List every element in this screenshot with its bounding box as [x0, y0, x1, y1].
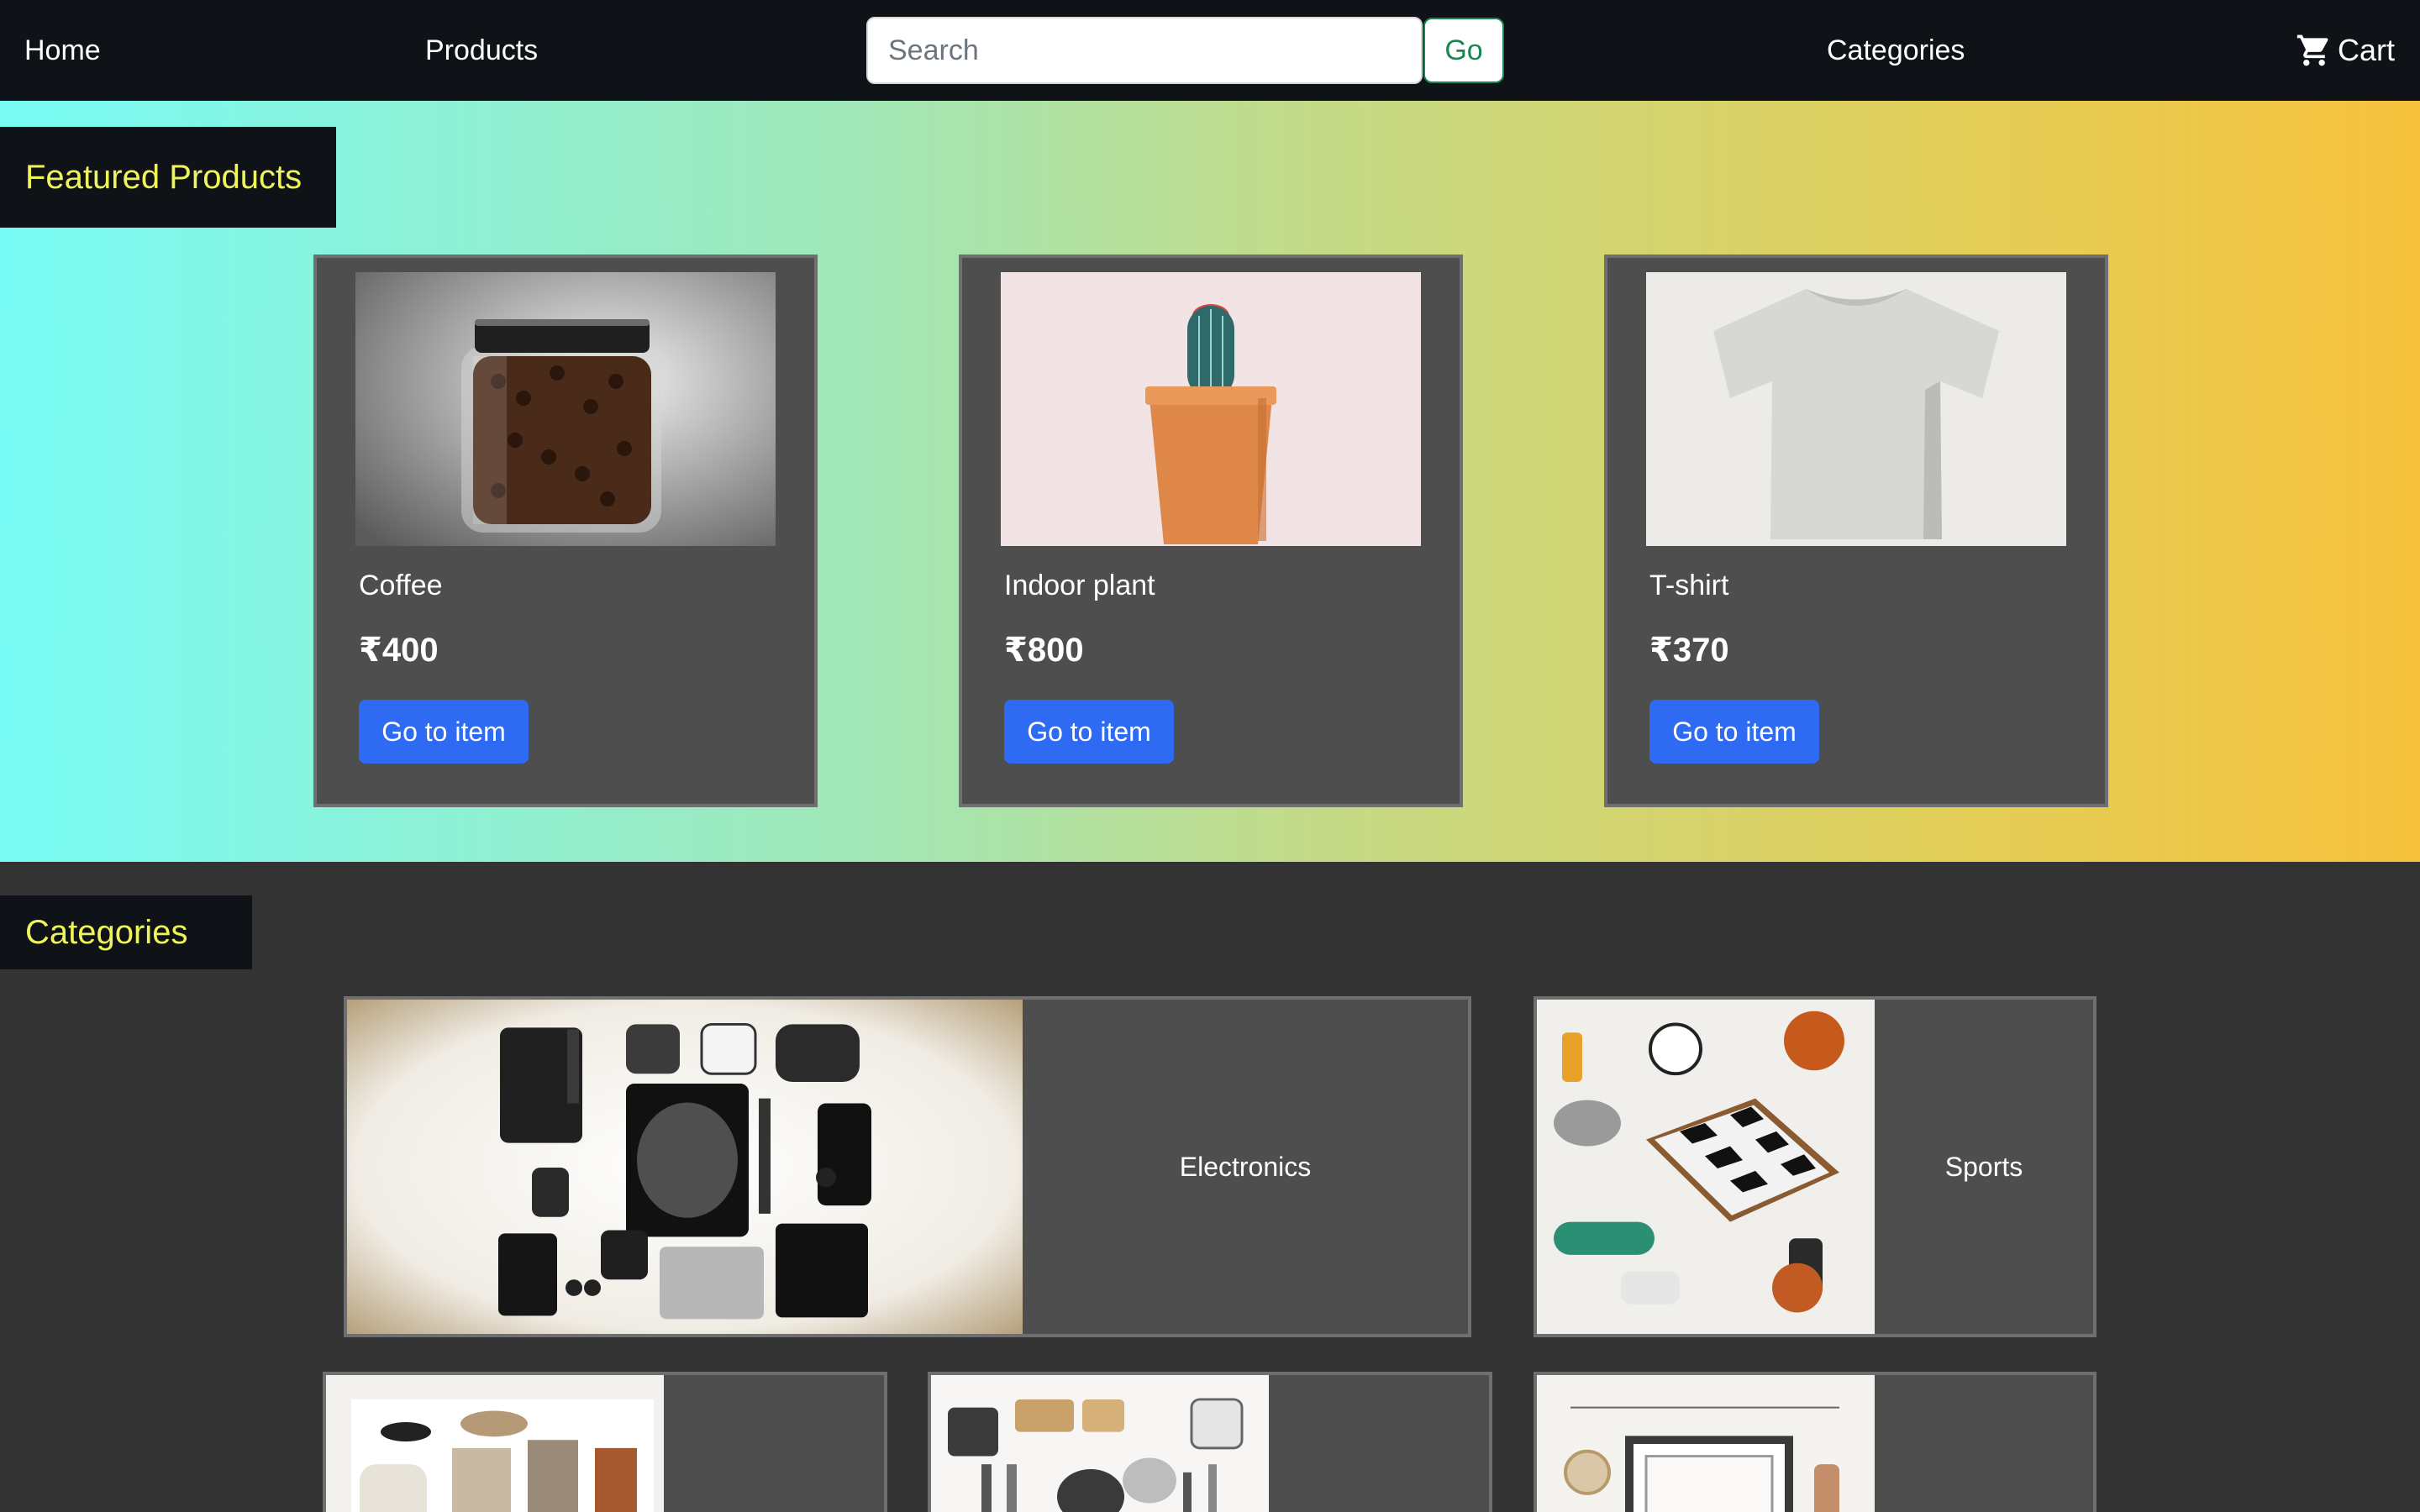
category-label — [1875, 1375, 2093, 1512]
product-price: ₹400 — [359, 632, 439, 669]
featured-heading: Featured Products — [0, 127, 336, 228]
fashion-image — [326, 1375, 664, 1512]
category-label — [1269, 1375, 1489, 1512]
category-label: Sports — [1944, 1151, 2023, 1182]
electronics-flatlay-image — [347, 1000, 1023, 1334]
tshirt-image — [1646, 272, 2066, 546]
cart-label: Cart — [2337, 33, 2395, 67]
category-card-kitchen[interactable] — [928, 1372, 1492, 1512]
go-to-item-button[interactable]: Go to item — [359, 700, 529, 764]
product-name: T-shirt — [1649, 570, 1729, 601]
nav-products-link[interactable]: Products — [425, 0, 538, 101]
category-card-home-decor[interactable] — [1534, 1372, 2096, 1512]
go-to-item-button[interactable]: Go to item — [1649, 700, 1819, 764]
featured-section: Featured Products Coffee ₹400 Go to item… — [0, 101, 2420, 862]
cart-icon — [2296, 34, 2328, 66]
cart-link[interactable]: Cart — [2296, 0, 2395, 101]
product-card-indoor-plant: Indoor plant ₹800 Go to item — [959, 255, 1463, 807]
sports-flatlay-image — [1537, 1000, 1875, 1334]
category-card-fashion[interactable] — [323, 1372, 887, 1512]
go-to-item-button[interactable]: Go to item — [1004, 700, 1174, 764]
navbar: Home Products Go Categories Cart — [0, 0, 2420, 101]
product-price: ₹800 — [1004, 632, 1084, 669]
categories-heading: Categories — [0, 895, 252, 969]
category-card-sports[interactable]: Sports — [1534, 996, 2096, 1337]
product-price: ₹370 — [1649, 632, 1729, 669]
product-card-t-shirt: T-shirt ₹370 Go to item — [1604, 255, 2108, 807]
kitchen-image — [931, 1375, 1269, 1512]
cactus-pot-image — [1001, 272, 1421, 546]
home-decor-image — [1537, 1375, 1875, 1512]
category-label: Electronics — [1179, 1151, 1312, 1182]
search-go-button[interactable]: Go — [1423, 18, 1504, 83]
category-label — [664, 1375, 884, 1512]
nav-categories-link[interactable]: Categories — [1827, 0, 1965, 101]
product-name: Coffee — [359, 570, 443, 601]
product-card-coffee: Coffee ₹400 Go to item — [313, 255, 818, 807]
search-input[interactable] — [866, 17, 1423, 84]
category-card-electronics[interactable]: Electronics — [344, 996, 1471, 1337]
coffee-jar-image — [355, 272, 776, 546]
product-name: Indoor plant — [1004, 570, 1155, 601]
nav-home-link[interactable]: Home — [24, 0, 101, 101]
